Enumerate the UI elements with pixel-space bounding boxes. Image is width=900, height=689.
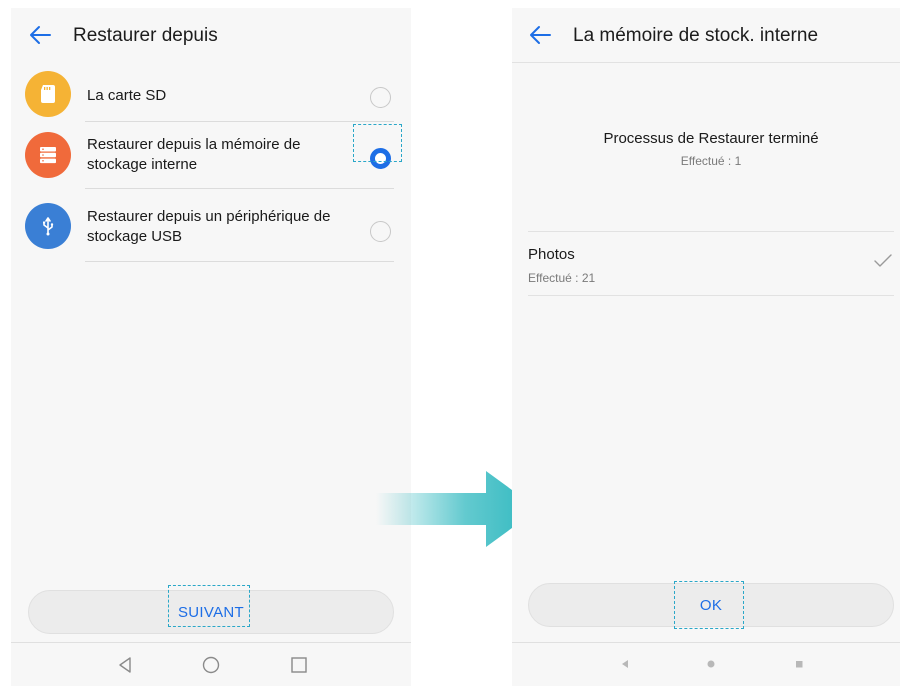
- option-label-line1: Restaurer depuis un périphérique de: [87, 208, 331, 225]
- nav-home-icon[interactable]: [201, 655, 221, 675]
- result-count: Effectué : 21: [528, 271, 596, 285]
- result-row-photos: Photos Effectué : 21: [528, 231, 894, 296]
- right-header: La mémoire de stock. interne: [512, 8, 900, 63]
- radio-button[interactable]: [370, 221, 391, 242]
- option-sd-card[interactable]: La carte SD: [11, 66, 411, 122]
- back-arrow-icon[interactable]: [28, 24, 52, 46]
- status-title: Processus de Restaurer terminé: [603, 130, 819, 147]
- left-header: Restaurer depuis: [11, 8, 411, 63]
- back-arrow-icon[interactable]: [528, 24, 552, 46]
- storage-icon: [25, 132, 71, 178]
- radio-highlight-box: [353, 124, 402, 162]
- check-icon: [874, 254, 892, 267]
- result-name: Photos: [528, 246, 575, 263]
- divider: [85, 261, 394, 262]
- right-screen: La mémoire de stock. interne Processus d…: [512, 8, 900, 686]
- option-label-line2: stockage USB: [87, 228, 183, 245]
- option-label: La carte SD: [87, 87, 167, 104]
- option-label-line2: stockage interne: [87, 156, 198, 173]
- page-title: Restaurer depuis: [73, 25, 218, 46]
- status-count: Effectué : 1: [680, 154, 742, 168]
- nav-recents-icon[interactable]: [790, 655, 808, 673]
- nav-back-icon[interactable]: [115, 655, 135, 675]
- radio-button[interactable]: [370, 87, 391, 108]
- left-screen: Restaurer depuis La carte SD Restaurer d…: [11, 8, 411, 686]
- page-title: La mémoire de stock. interne: [573, 25, 819, 46]
- nav-recents-icon[interactable]: [289, 655, 309, 675]
- sd-card-icon: [25, 71, 71, 117]
- navigation-bar: [512, 642, 900, 686]
- navigation-bar: [11, 642, 411, 686]
- nav-back-icon[interactable]: [616, 655, 634, 673]
- next-highlight-box: [168, 585, 250, 627]
- usb-icon: [25, 203, 71, 249]
- option-usb-storage[interactable]: Restaurer depuis un périphérique de stoc…: [11, 189, 411, 262]
- option-internal-storage[interactable]: Restaurer depuis la mémoire de stockage …: [11, 122, 411, 188]
- option-label-line1: Restaurer depuis la mémoire de: [87, 136, 301, 153]
- ok-highlight-box: [674, 581, 744, 629]
- nav-home-icon[interactable]: [702, 655, 720, 673]
